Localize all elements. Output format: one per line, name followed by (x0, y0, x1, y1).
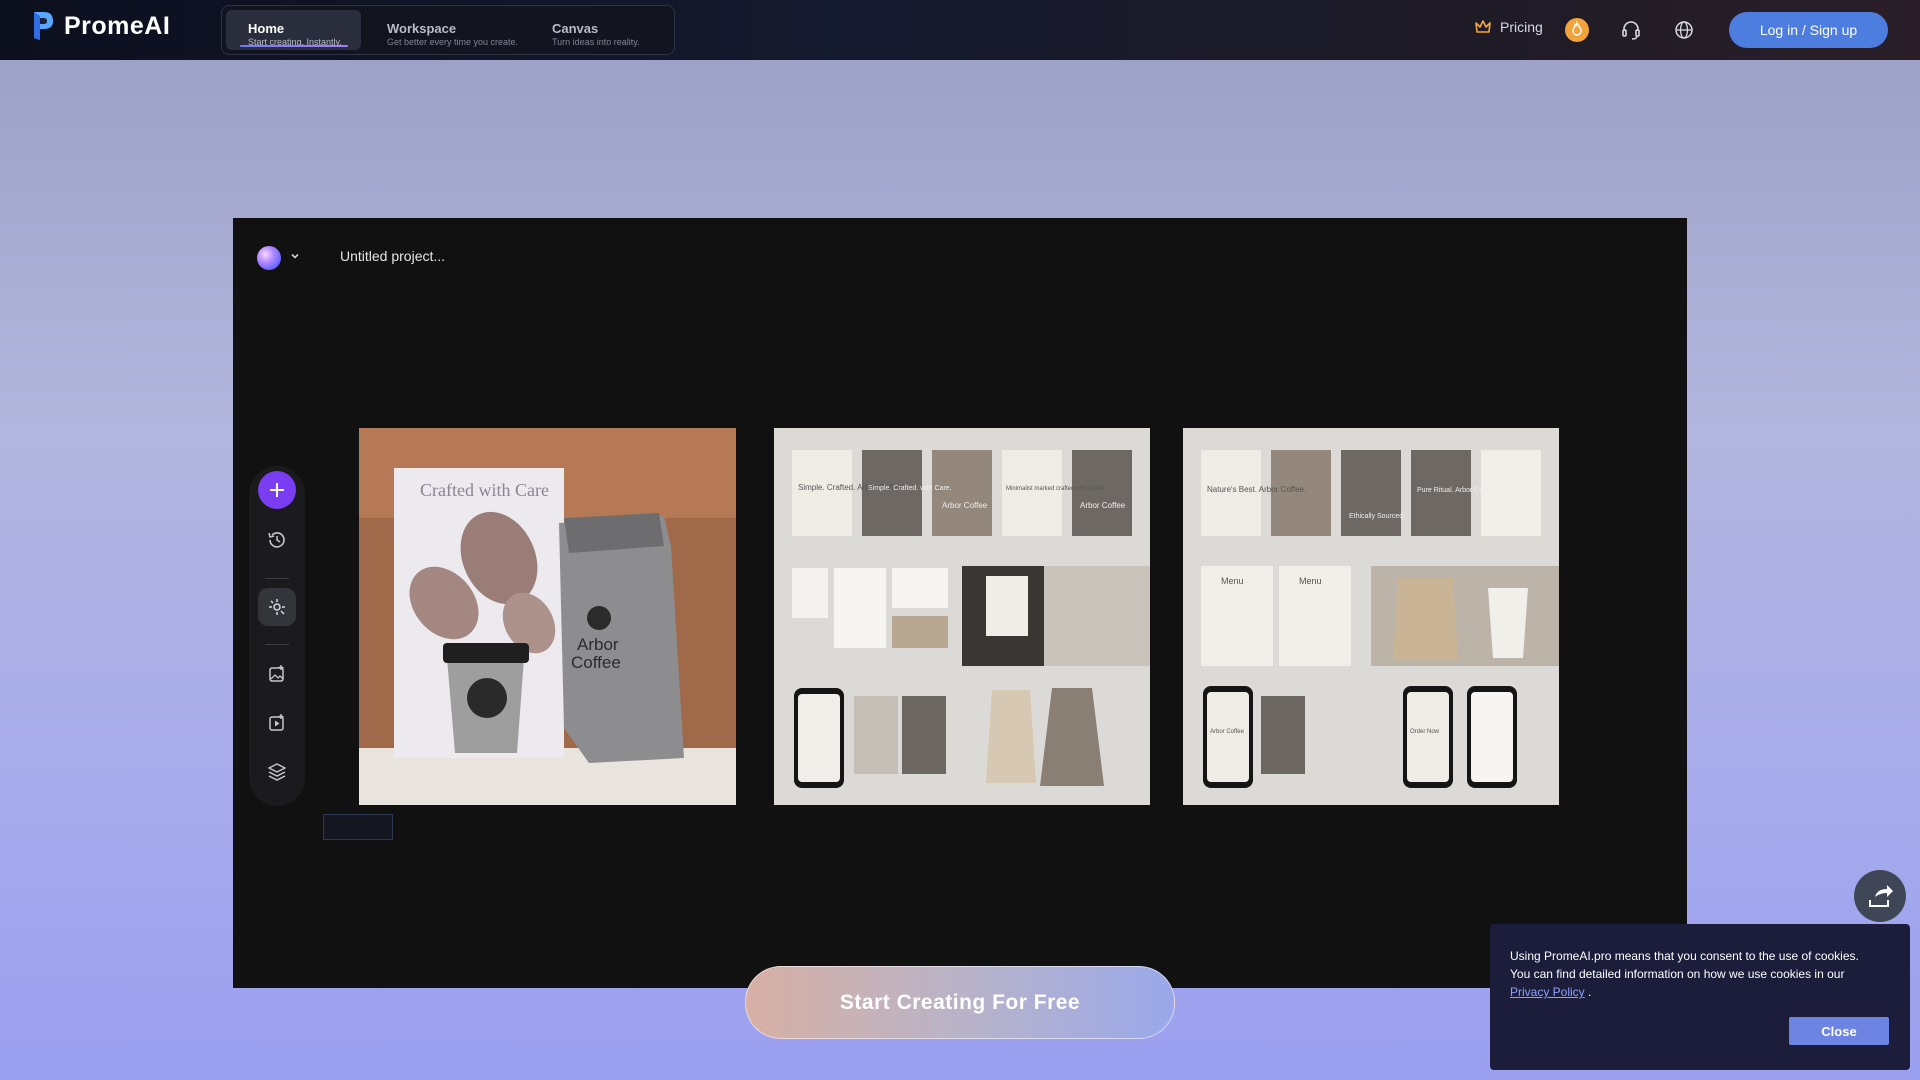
card-text-3: Ethically Sourced. (1349, 513, 1405, 520)
magic-icon (269, 599, 285, 615)
login-signup-button[interactable]: Log in / Sign up (1729, 12, 1888, 48)
cookie-message: Using PromeAI.pro means that you consent… (1510, 947, 1882, 1001)
brand-logo[interactable]: PromeAI (30, 10, 170, 42)
rail-divider (265, 644, 289, 645)
bag-text-line1: Arbor (577, 635, 619, 654)
cookie-consent-banner: Using PromeAI.pro means that you consent… (1490, 924, 1910, 1070)
tab-home[interactable]: Home Start creating. Instantly. (226, 10, 361, 50)
brand-name: PromeAI (64, 11, 171, 40)
promeai-logo-icon (34, 12, 53, 40)
tool-rail (249, 466, 305, 806)
tab-canvas[interactable]: Canvas Turn ideas into reality. (540, 10, 670, 50)
add-icon (270, 483, 284, 497)
history-icon (268, 532, 285, 548)
headset-icon[interactable] (1619, 18, 1643, 42)
image-edit-button[interactable] (258, 655, 296, 693)
tab-canvas-label: Canvas (552, 21, 599, 36)
layers-icon (268, 763, 286, 781)
coffee-packaging-image: Crafted with Care Arbor Coffee (359, 428, 736, 805)
canvas-preview-panel: Untitled project... Crafted with Care Ar… (233, 218, 1687, 988)
video-button[interactable] (258, 704, 296, 742)
project-title[interactable]: Untitled project... (340, 248, 445, 264)
pricing-label: Pricing (1500, 19, 1543, 35)
tab-canvas-sub: Turn ideas into reality. (552, 37, 640, 47)
share-icon (1869, 885, 1893, 907)
canvas-selection-box[interactable] (323, 814, 393, 840)
rail-divider (265, 578, 289, 579)
tab-home-label: Home (248, 21, 285, 36)
tab-workspace-sub: Get better every time you create. (387, 37, 519, 47)
phone-label-2: Order Now (1410, 729, 1440, 735)
project-avatar[interactable] (257, 246, 281, 270)
tab-workspace[interactable]: Workspace Get better every time you crea… (375, 10, 525, 50)
add-button[interactable] (258, 471, 296, 509)
menu-label-2: Menu (1299, 576, 1322, 586)
generated-image-menu-app[interactable]: Nature's Best. Arbor Coffee. Ethically S… (1183, 428, 1559, 805)
poster-text: Crafted with Care (420, 480, 549, 500)
menu-label-1: Menu (1221, 576, 1244, 586)
layers-button[interactable] (258, 753, 296, 791)
card-text-2: Simple. Crafted. with Care. (868, 485, 952, 492)
video-icon (269, 714, 284, 731)
bag-text-line2: Coffee (571, 653, 621, 672)
top-navigation: PromeAI Home Start creating. Instantly. … (0, 0, 1920, 60)
active-tab-indicator (240, 45, 348, 47)
generated-image-coffee-packaging[interactable]: Crafted with Care Arbor Coffee (359, 428, 736, 805)
tab-workspace-label: Workspace (387, 21, 457, 36)
chevron-down-icon[interactable] (289, 250, 301, 262)
main-tabs: Home Start creating. Instantly. Workspac… (221, 5, 675, 55)
start-creating-button[interactable]: Start Creating For Free (745, 966, 1175, 1039)
menu-app-collage-image: Nature's Best. Arbor Coffee. Ethically S… (1183, 428, 1559, 805)
flame-icon[interactable] (1565, 18, 1589, 42)
card-text-1: Nature's Best. Arbor Coffee. (1207, 485, 1306, 494)
share-button[interactable] (1854, 870, 1906, 922)
cookie-close-button[interactable]: Close (1789, 1017, 1889, 1045)
card-text-4: Minimalist marked crafted with coffee. (1006, 486, 1107, 492)
card-text-3: Arbor Coffee (942, 501, 988, 510)
globe-icon[interactable] (1672, 18, 1696, 42)
privacy-policy-link[interactable]: Privacy Policy (1510, 985, 1585, 999)
history-button[interactable] (258, 521, 296, 559)
crown-icon (1475, 20, 1491, 33)
brand-identity-collage-image: Simple. Crafted. Arbor Coffee. Simple. C… (774, 428, 1150, 805)
magic-tool-button[interactable] (258, 588, 296, 626)
generated-image-brand-identity[interactable]: Simple. Crafted. Arbor Coffee. Simple. C… (774, 428, 1150, 805)
phone-label-1: Arbor Coffee (1210, 729, 1245, 735)
pricing-link[interactable]: Pricing (1474, 19, 1543, 35)
cookie-text: Using PromeAI.pro means that you consent… (1510, 949, 1859, 981)
image-edit-icon (269, 665, 284, 682)
card-text-4: Pure Ritual. Arbor Coffee. (1417, 487, 1497, 494)
card-text-5: Arbor Coffee (1080, 501, 1126, 510)
cookie-text-after: . (1584, 985, 1592, 999)
